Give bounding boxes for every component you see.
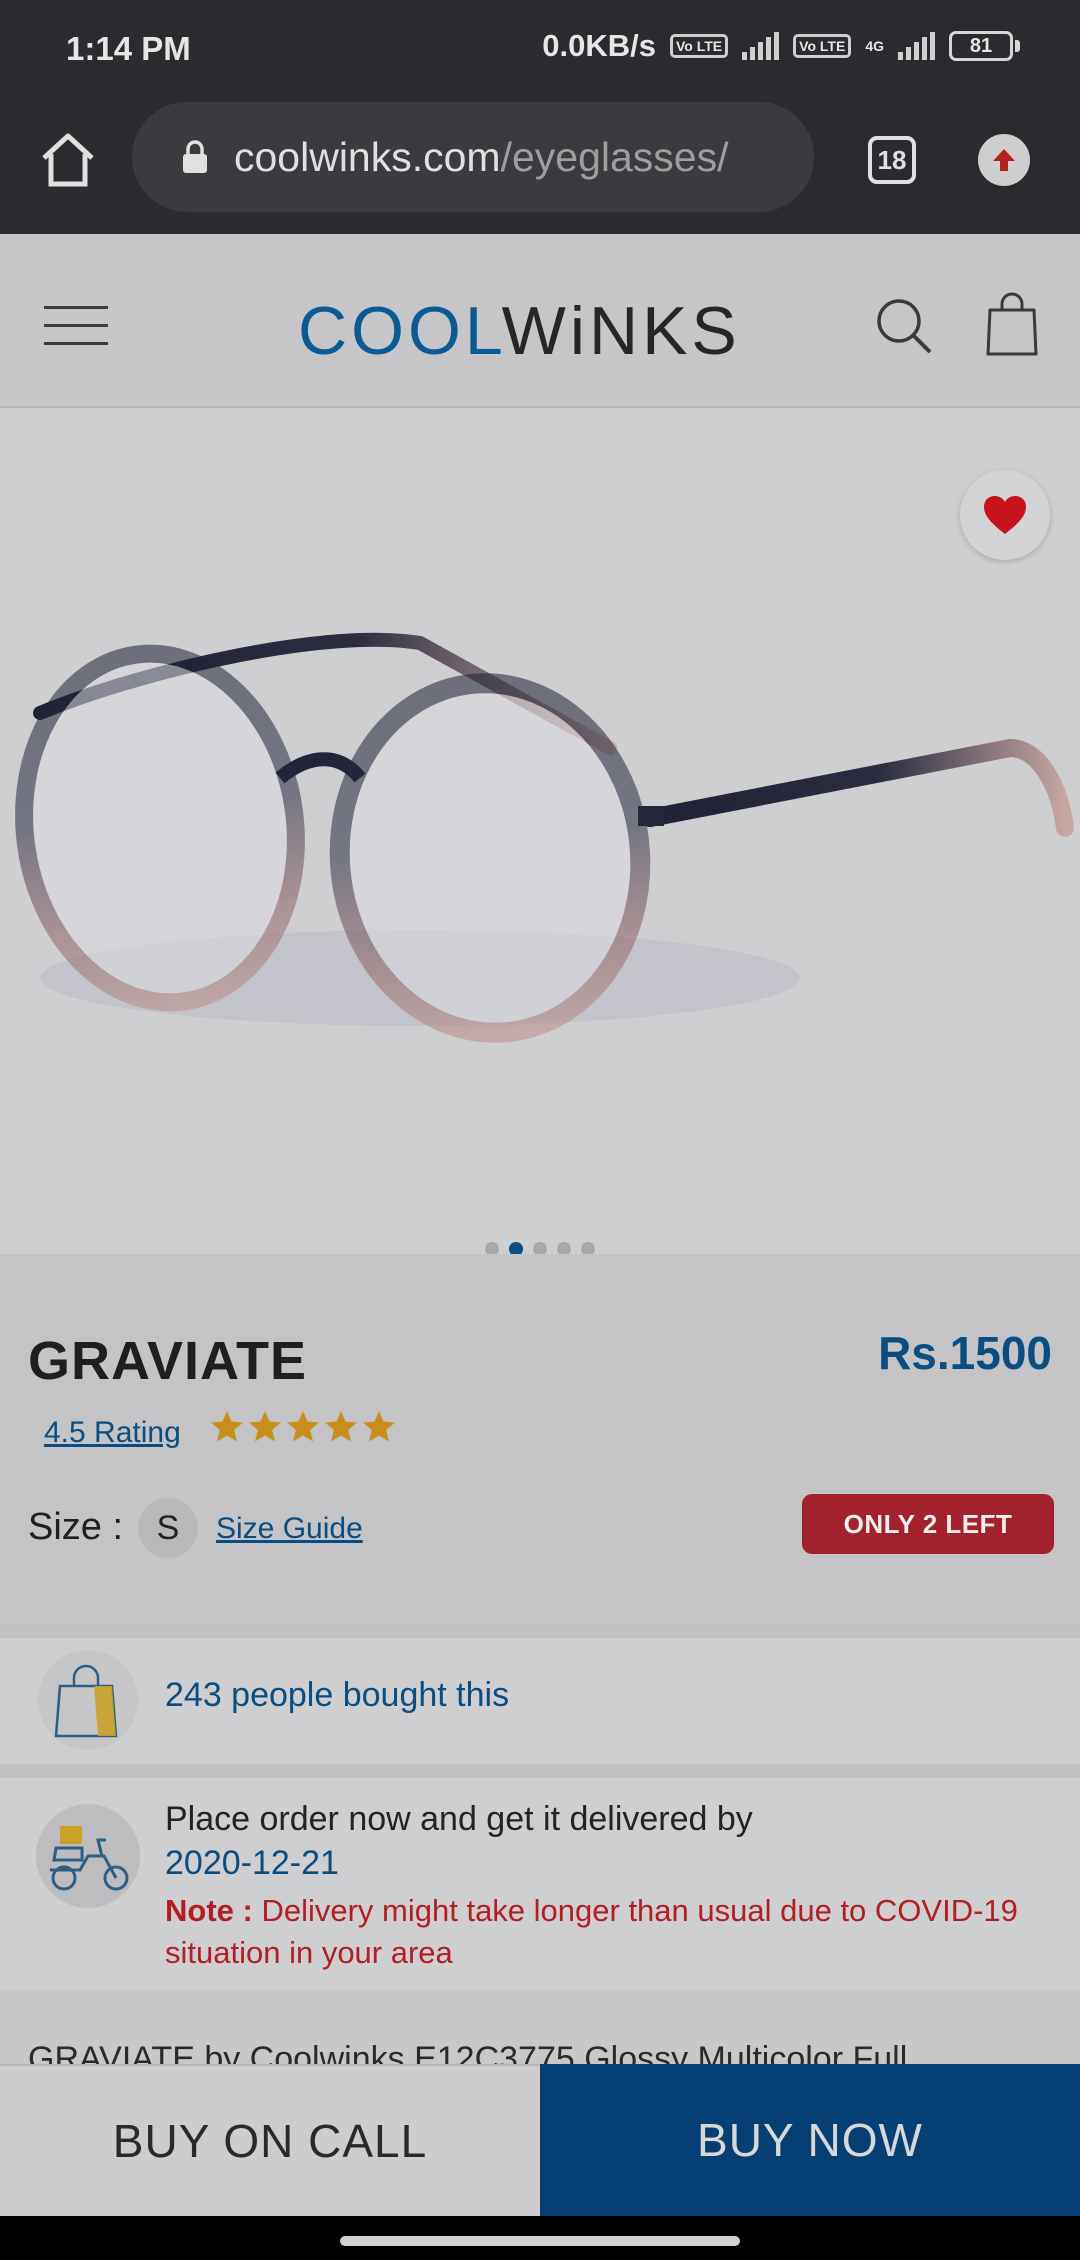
gesture-handle[interactable] xyxy=(340,2236,740,2246)
tabs-button[interactable]: 18 xyxy=(868,136,916,184)
delivery-scooter-icon xyxy=(36,1804,140,1908)
buy-on-call-button[interactable]: BUY ON CALL xyxy=(0,2064,540,2216)
rating-stars xyxy=(210,1410,396,1444)
product-image-gallery[interactable] xyxy=(0,408,1080,1256)
search-icon[interactable] xyxy=(874,296,934,356)
social-proof-row: 243 people bought this xyxy=(0,1624,1080,1764)
delivery-info-row: Place order now and get it delivered by … xyxy=(0,1764,1080,1990)
signal-icon xyxy=(742,32,780,60)
rating-link[interactable]: 4.5 Rating xyxy=(44,1416,181,1450)
product-price: Rs.1500 xyxy=(878,1327,1052,1379)
eyeglasses-image xyxy=(15,632,1074,1043)
site-logo[interactable]: COOLWiNKS xyxy=(298,292,741,370)
wishlist-button[interactable] xyxy=(960,470,1050,560)
logo-cool: COOL xyxy=(298,293,502,369)
update-button[interactable] xyxy=(978,134,1030,186)
home-icon[interactable] xyxy=(36,128,100,192)
delivery-message: Place order now and get it delivered by xyxy=(165,1800,753,1838)
lock-icon xyxy=(183,140,207,173)
status-bar: 1:14 PM 0.0KB/s Vo LTE Vo LTE 4G 81 xyxy=(0,0,1080,100)
volte-badge: Vo LTE xyxy=(670,34,729,58)
battery-icon: 81 xyxy=(949,31,1020,61)
shopping-bag-icon[interactable] xyxy=(984,292,1040,356)
buy-now-button[interactable]: BUY NOW xyxy=(540,2064,1080,2216)
site-header: COOLWiNKS xyxy=(0,234,1080,408)
web-page: COOLWiNKS GRAVIATE Rs.1500 4.5 Rating Si… xyxy=(0,234,1080,2216)
network-type: 4G xyxy=(865,38,884,54)
star-icon xyxy=(363,1411,395,1442)
signal-icon-2 xyxy=(898,32,935,60)
size-guide-link[interactable]: Size Guide xyxy=(216,1512,363,1546)
url-domain: coolwinks.com xyxy=(234,133,501,180)
stock-badge: ONLY 2 LEFT xyxy=(802,1494,1054,1554)
system-navigation-bar xyxy=(0,2216,1080,2260)
status-time: 1:14 PM xyxy=(66,30,191,67)
note-text: Delivery might take longer than usual du… xyxy=(165,1893,1018,1970)
shopping-bag-illustration-icon xyxy=(38,1650,138,1750)
bought-count-text: 243 people bought this xyxy=(165,1676,510,1714)
note-label: Note : xyxy=(165,1893,253,1928)
size-label: Size : xyxy=(28,1506,124,1548)
size-option-s[interactable]: S xyxy=(138,1498,198,1558)
product-info: GRAVIATE Rs.1500 4.5 Rating Size : S Siz… xyxy=(0,1254,1080,1624)
product-name: GRAVIATE xyxy=(28,1331,308,1391)
star-icon xyxy=(325,1411,357,1442)
volte-badge-2: Vo LTE xyxy=(793,34,852,58)
logo-winks: WiNKS xyxy=(501,293,741,369)
url-path: /eyeglasses/ xyxy=(500,133,729,180)
star-icon xyxy=(211,1411,243,1442)
battery-level: 81 xyxy=(949,31,1013,61)
browser-toolbar: coolwinks.com/eyeglasses/ 18 xyxy=(0,100,1080,234)
update-icon xyxy=(993,149,1015,171)
star-icon xyxy=(249,1411,281,1442)
url-bar[interactable]: coolwinks.com/eyeglasses/ xyxy=(132,102,814,212)
status-indicators: 0.0KB/s Vo LTE Vo LTE 4G 81 xyxy=(542,28,1020,64)
menu-icon[interactable] xyxy=(44,306,108,346)
delivery-note: Note : Delivery might take longer than u… xyxy=(165,1890,1025,1974)
bottom-action-bar: BUY ON CALL BUY NOW xyxy=(0,2064,1080,2216)
network-speed: 0.0KB/s xyxy=(542,28,656,63)
heart-icon xyxy=(984,496,1026,534)
delivery-date: 2020-12-21 xyxy=(165,1844,339,1882)
star-icon xyxy=(287,1411,319,1442)
